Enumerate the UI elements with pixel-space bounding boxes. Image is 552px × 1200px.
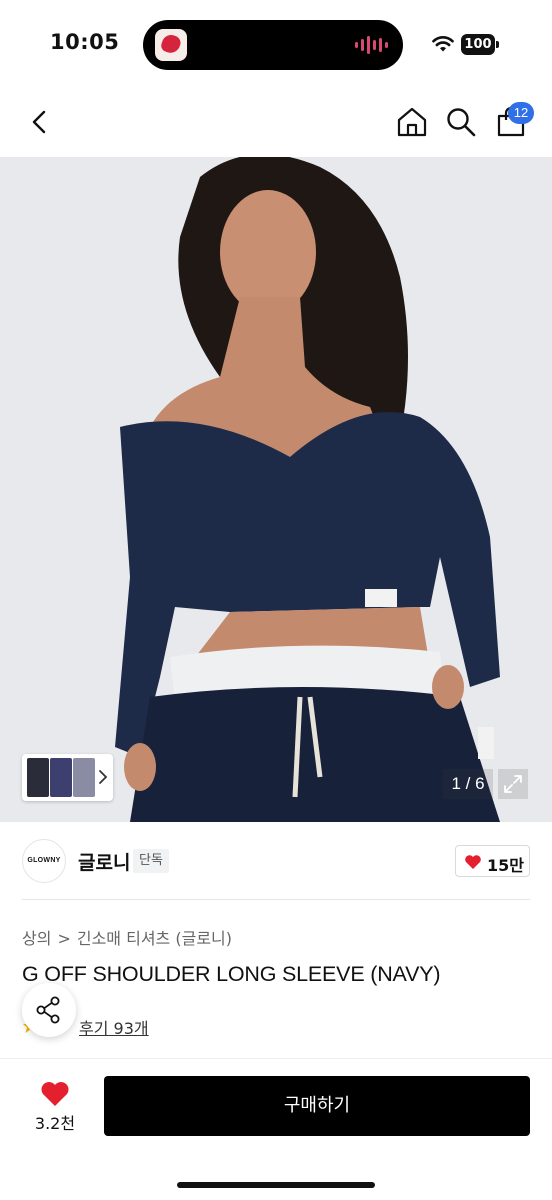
section-divider [22, 899, 530, 900]
share-icon[interactable] [22, 983, 76, 1037]
brand-name[interactable]: 글로니 [78, 848, 130, 875]
breadcrumb-item[interactable]: 긴소매 티셔츠 (글로니) [77, 929, 232, 948]
wish-count: 3.2천 [34, 1114, 76, 1133]
battery-indicator: 100 [461, 34, 499, 55]
product-title: G OFF SHOULDER LONG SLEEVE (NAVY) [22, 962, 441, 986]
top-navigation [0, 95, 552, 150]
brand-like-count: 15만 [487, 856, 524, 875]
thumbnail-image[interactable] [27, 758, 49, 797]
dynamic-island [143, 20, 403, 70]
thumbnail-image[interactable] [50, 758, 72, 797]
expand-icon[interactable] [498, 769, 528, 799]
home-icon[interactable] [395, 105, 429, 139]
cart-count-badge: 12 [508, 102, 534, 124]
heart-icon [465, 855, 481, 869]
chevron-right-icon[interactable] [97, 769, 109, 785]
audio-wave-icon [355, 35, 389, 55]
chevron-left-icon[interactable] [25, 105, 55, 139]
battery-level: 100 [461, 34, 495, 55]
image-counter: 1 / 6 [443, 769, 493, 799]
breadcrumb: 상의 > 긴소매 티셔츠 (글로니) [22, 925, 232, 949]
exclusive-badge: 단독 [133, 849, 169, 873]
review-link[interactable]: 후기 93개 [79, 1015, 149, 1039]
status-bar: 10:05 100 [0, 0, 552, 90]
search-icon[interactable] [444, 105, 478, 139]
breadcrumb-item[interactable]: 상의 [22, 929, 51, 948]
product-photo[interactable] [0, 157, 552, 822]
brand-like-button[interactable]: 15만 [455, 845, 530, 877]
breadcrumb-separator: > [57, 929, 71, 948]
brand-logo[interactable]: GLOWNY [22, 839, 66, 883]
home-indicator [177, 1182, 375, 1188]
app-icon [155, 29, 187, 61]
heart-icon[interactable] [40, 1080, 70, 1107]
status-time: 10:05 [50, 30, 120, 54]
battery-tip [496, 41, 499, 48]
model-photo-illustration [0, 157, 552, 822]
wifi-icon [432, 36, 454, 52]
thumbnail-strip[interactable] [22, 754, 113, 801]
bottom-bar-divider [0, 1058, 552, 1059]
buy-button[interactable]: 구매하기 [104, 1076, 530, 1136]
thumbnail-image[interactable] [73, 758, 95, 797]
